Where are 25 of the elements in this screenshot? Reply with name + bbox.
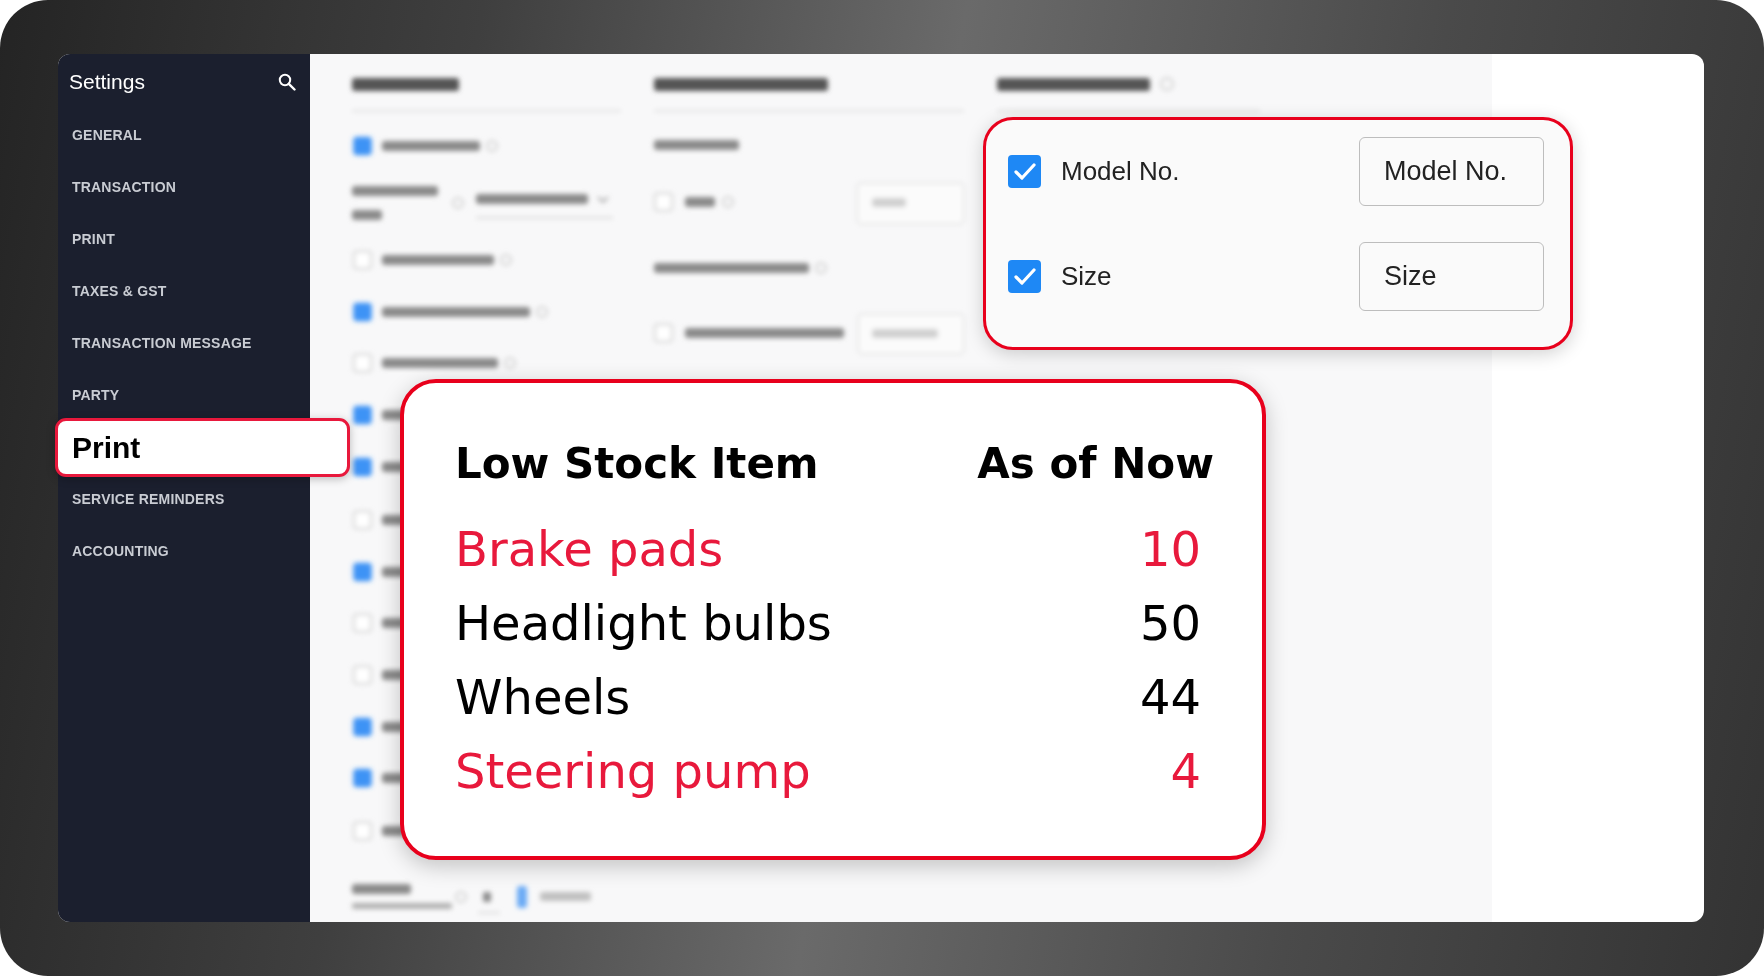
item-name: Brake pads bbox=[455, 521, 724, 579]
sidebar-item[interactable]: TAXES & GST bbox=[58, 265, 310, 317]
stock-quantity: 50 bbox=[1139, 595, 1201, 653]
stock-quantity: 4 bbox=[1170, 743, 1201, 801]
sidebar-item[interactable]: TRANSACTION MESSAGE bbox=[58, 317, 310, 369]
search-icon[interactable] bbox=[278, 72, 296, 91]
sidebar-item[interactable]: ACCOUNTING bbox=[58, 525, 310, 577]
sidebar-item[interactable]: GENERAL bbox=[58, 109, 310, 161]
sidebar-title: Settings bbox=[69, 69, 145, 94]
item-name: Wheels bbox=[455, 669, 631, 727]
checkbox[interactable] bbox=[1008, 155, 1041, 188]
text-field[interactable]: Model No. bbox=[1359, 137, 1544, 206]
stock-quantity: 44 bbox=[1139, 669, 1201, 727]
sidebar-item[interactable]: PRINT bbox=[58, 213, 310, 265]
text-field[interactable]: Size bbox=[1359, 242, 1544, 311]
field-label: Size bbox=[1061, 261, 1113, 292]
field-label: Model No. bbox=[1061, 156, 1181, 187]
sidebar-item[interactable]: TRANSACTION bbox=[58, 161, 310, 213]
item-name: Steering pump bbox=[455, 743, 811, 801]
checkbox[interactable] bbox=[1008, 260, 1041, 293]
item-name: Headlight bulbs bbox=[455, 595, 832, 653]
sidebar-item[interactable]: Print bbox=[55, 417, 350, 477]
column-header: As of Now bbox=[977, 438, 1214, 488]
column-header: Low Stock Item bbox=[455, 438, 819, 488]
stock-quantity: 10 bbox=[1139, 521, 1201, 579]
